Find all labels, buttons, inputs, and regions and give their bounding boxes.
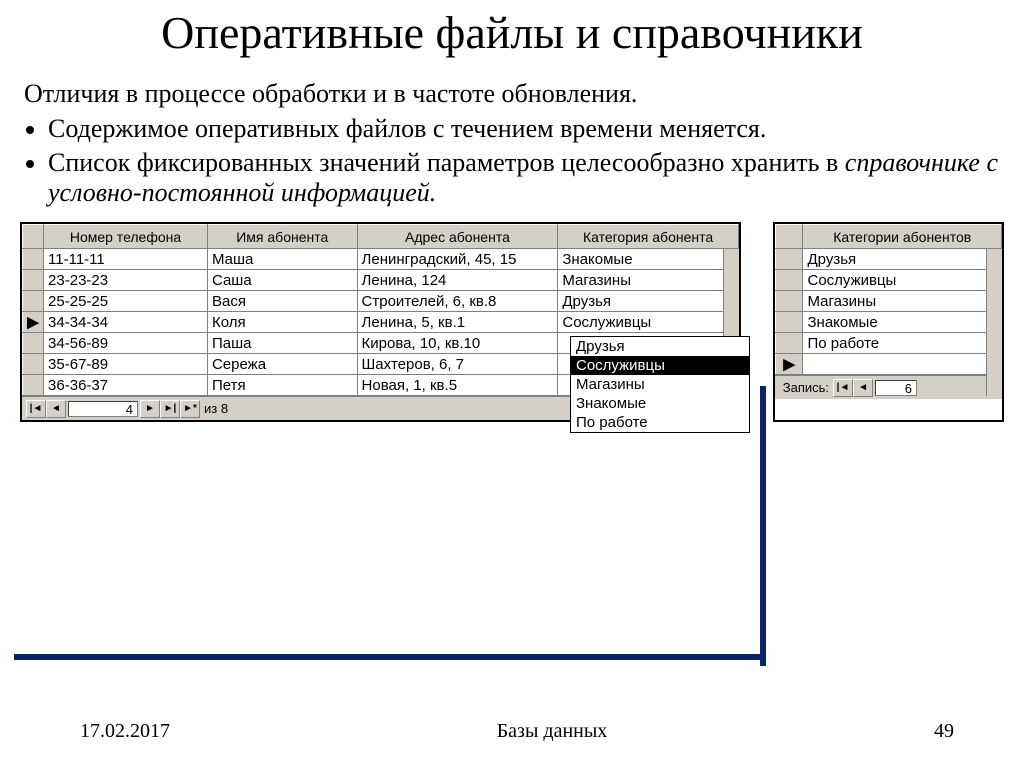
row-selector-cell[interactable] — [23, 333, 44, 354]
cell[interactable]: Паша — [207, 333, 357, 354]
cell[interactable]: Коля — [207, 312, 357, 333]
cell[interactable]: 36-36-37 — [44, 375, 208, 396]
row-selector-cell[interactable] — [775, 312, 803, 333]
col-categories-header[interactable]: Категории абонентов — [803, 225, 1002, 249]
cell[interactable]: Саша — [207, 270, 357, 291]
row-selector-cell[interactable] — [23, 354, 44, 375]
cell[interactable]: Ленина, 124 — [357, 270, 558, 291]
slide-title: Оперативные файлы и справочники — [20, 8, 1004, 59]
categories-grid[interactable]: Категории абонентов ДрузьяСослуживцыМага… — [773, 222, 1004, 422]
row-selector-cell[interactable] — [23, 249, 44, 270]
cell[interactable]: 34-34-34 — [44, 312, 208, 333]
table-row[interactable]: По работе — [775, 333, 1001, 354]
col-name-header[interactable]: Имя абонента — [207, 225, 357, 249]
category-dropdown-list[interactable]: ДрузьяСослуживцыМагазиныЗнакомыеПо работ… — [570, 336, 750, 433]
table-row[interactable]: Магазины — [775, 291, 1001, 312]
dropdown-option[interactable]: Сослуживцы — [571, 356, 749, 375]
nav-current-record-r[interactable]: 6 — [875, 380, 917, 396]
cell[interactable]: 11-11-11 — [44, 249, 208, 270]
dropdown-option[interactable]: Магазины — [571, 375, 749, 394]
table-row[interactable]: Друзья — [775, 249, 1001, 270]
row-selector-cell[interactable]: ▶ — [775, 354, 803, 375]
dropdown-option[interactable]: По работе — [571, 413, 749, 432]
table-row[interactable]: Знакомые — [775, 312, 1001, 333]
nav-current-record[interactable]: 4 — [68, 401, 138, 417]
cell[interactable]: Магазины — [558, 270, 738, 291]
nav-total-label: из 8 — [204, 401, 228, 416]
col-phone-header[interactable]: Номер телефона — [44, 225, 208, 249]
cell[interactable]: Шахтеров, 6, 7 — [357, 354, 558, 375]
nav-first-button-r[interactable]: |◄ — [833, 379, 853, 397]
cell[interactable]: Знакомые — [558, 249, 738, 270]
cell[interactable]: По работе — [803, 333, 1002, 354]
row-selector-cell[interactable] — [775, 291, 803, 312]
table-row[interactable]: 23-23-23СашаЛенина, 124Магазины — [23, 270, 739, 291]
row-selector-cell[interactable] — [775, 249, 803, 270]
row-selector-cell[interactable] — [775, 270, 803, 291]
record-navigator-right: Запись: |◄ ◄ 6 — [775, 375, 1002, 399]
cell[interactable]: Строителей, 6, кв.8 — [357, 291, 558, 312]
row-selector-cell[interactable] — [23, 270, 44, 291]
cell[interactable]: Сослуживцы — [558, 312, 738, 333]
cell[interactable] — [803, 354, 1002, 375]
cell[interactable]: Знакомые — [803, 312, 1002, 333]
bullet-list: Содержимое оперативных файлов с течением… — [48, 114, 1004, 208]
table-row[interactable]: ▶34-34-34КоляЛенина, 5, кв.1Сослуживцы — [23, 312, 739, 333]
cell[interactable]: 25-25-25 — [44, 291, 208, 312]
rowselect-header — [23, 225, 44, 249]
subscribers-grid[interactable]: Номер телефона Имя абонента Адрес абонен… — [20, 222, 741, 422]
cell[interactable]: Ленина, 5, кв.1 — [357, 312, 558, 333]
cell[interactable]: Новая, 1, кв.5 — [357, 375, 558, 396]
dropdown-option[interactable]: Знакомые — [571, 394, 749, 413]
cell[interactable]: 23-23-23 — [44, 270, 208, 291]
cell[interactable]: Друзья — [558, 291, 738, 312]
row-selector-cell[interactable] — [23, 291, 44, 312]
nav-next-button[interactable]: ► — [140, 400, 160, 418]
col-category-header[interactable]: Категория абонента — [558, 225, 738, 249]
dropdown-option[interactable]: Друзья — [571, 337, 749, 356]
nav-record-label: Запись: — [783, 380, 829, 395]
vscrollbar-right[interactable] — [986, 249, 1002, 396]
footer-date: 17.02.2017 — [80, 720, 170, 743]
cell[interactable]: Маша — [207, 249, 357, 270]
bullet-1: Содержимое оперативных файлов с течением… — [48, 114, 1004, 144]
nav-first-button[interactable]: |◄ — [26, 400, 46, 418]
col-address-header[interactable]: Адрес абонента — [357, 225, 558, 249]
lead-text: Отличия в процессе обработки и в частоте… — [24, 79, 1004, 109]
cell[interactable]: Ленинградский, 45, 15 — [357, 249, 558, 270]
cell[interactable]: Сослуживцы — [803, 270, 1002, 291]
rowselect-header-r — [775, 225, 803, 249]
cell[interactable]: Сережа — [207, 354, 357, 375]
table-row[interactable]: 11-11-11МашаЛенинградский, 45, 15Знакомы… — [23, 249, 739, 270]
row-selector-cell[interactable] — [775, 333, 803, 354]
nav-last-button[interactable]: ►| — [160, 400, 180, 418]
cell[interactable]: 35-67-89 — [44, 354, 208, 375]
footer-page: 49 — [934, 720, 954, 743]
divider-bar — [760, 386, 766, 666]
footer-center: Базы данных — [497, 720, 608, 743]
cell[interactable]: Друзья — [803, 249, 1002, 270]
cell[interactable]: Кирова, 10, кв.10 — [357, 333, 558, 354]
nav-prev-button[interactable]: ◄ — [46, 400, 66, 418]
cell[interactable]: Вася — [207, 291, 357, 312]
table-row[interactable]: Сослуживцы — [775, 270, 1001, 291]
cell[interactable]: Магазины — [803, 291, 1002, 312]
row-selector-cell[interactable]: ▶ — [23, 312, 44, 333]
cell[interactable]: Петя — [207, 375, 357, 396]
nav-new-button[interactable]: ►* — [180, 400, 200, 418]
bullet-2: Список фиксированных значений параметров… — [48, 148, 1004, 208]
table-row[interactable]: 25-25-25ВасяСтроителей, 6, кв.8Друзья — [23, 291, 739, 312]
cell[interactable]: 34-56-89 — [44, 333, 208, 354]
row-selector-cell[interactable] — [23, 375, 44, 396]
divider-bar-bottom — [14, 654, 766, 660]
nav-prev-button-r[interactable]: ◄ — [853, 379, 873, 397]
table-row[interactable]: ▶ — [775, 354, 1001, 375]
